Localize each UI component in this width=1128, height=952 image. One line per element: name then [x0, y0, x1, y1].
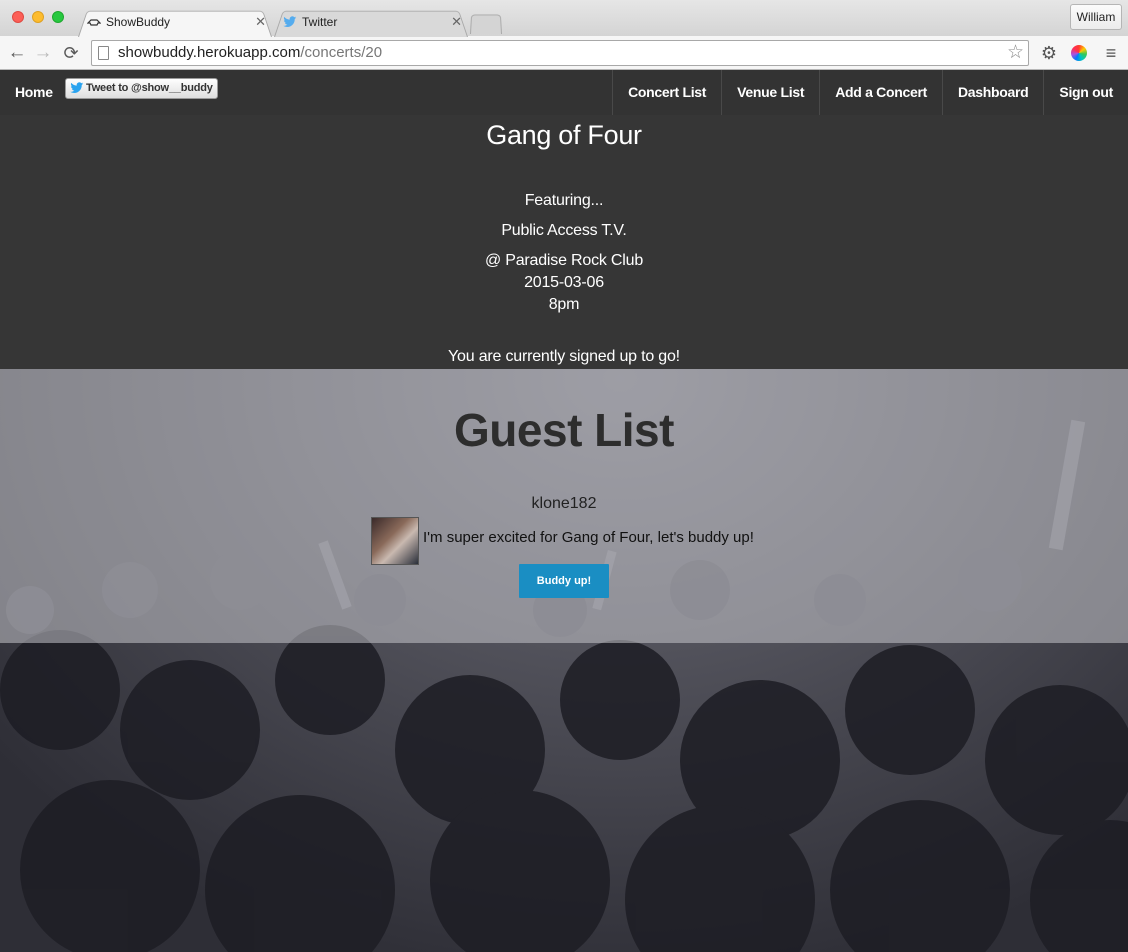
back-arrow-icon[interactable]: ←: [6, 42, 28, 64]
reload-icon[interactable]: ⟳: [60, 42, 82, 64]
nav-venue-list-link[interactable]: Venue List: [721, 70, 819, 115]
url-host: showbuddy.herokuapp.com: [118, 44, 301, 61]
gear-icon[interactable]: ⚙: [1038, 42, 1060, 64]
guest-avatar[interactable]: [371, 517, 419, 565]
site-navbar: Home Tweet to @show__buddy Concert List …: [0, 70, 1128, 115]
zoom-window-button[interactable]: [52, 11, 64, 23]
tab-label: ShowBuddy: [106, 15, 171, 29]
concert-title: Gang of Four: [486, 120, 642, 150]
bookmark-star-icon[interactable]: ☆: [1007, 42, 1024, 64]
url-path: /concerts/20: [300, 44, 383, 61]
concert-date: 2015-03-06: [524, 274, 604, 291]
tweet-button[interactable]: Tweet to @show__buddy: [65, 78, 218, 99]
minimize-window-button[interactable]: [32, 11, 44, 23]
buddy-up-button[interactable]: Buddy up!: [519, 564, 609, 598]
profile-button[interactable]: William: [1070, 4, 1122, 30]
forward-arrow-icon[interactable]: →: [32, 42, 54, 64]
tab-twitter[interactable]: Twitter ✕: [274, 8, 468, 36]
color-wheel-icon[interactable]: [1068, 42, 1090, 64]
browser-tab-strip: ShowBuddy ✕ Twitter ✕ William: [0, 0, 1128, 36]
new-tab-button[interactable]: [470, 13, 502, 33]
tab-label: Twitter: [302, 15, 338, 29]
tab-showbuddy[interactable]: ShowBuddy ✕: [78, 8, 272, 36]
guest-message: I'm super excited for Gang of Four, let'…: [423, 529, 754, 546]
venue-name: @ Paradise Rock Club: [484, 252, 644, 269]
guest-list-section: Guest List klone182 I'm super excited fo…: [0, 369, 1128, 643]
tweet-button-label: Tweet to @show__buddy: [86, 82, 213, 94]
nav-dashboard-link[interactable]: Dashboard: [941, 70, 1043, 115]
nav-home-link[interactable]: Home: [15, 70, 53, 115]
concert-time: 8pm: [548, 296, 580, 313]
page-viewport: Home Tweet to @show__buddy Concert List …: [0, 70, 1128, 952]
featuring-label: Featuring...: [524, 192, 604, 209]
browser-toolbar: ← → ⟳ showbuddy.herokuapp.com/concerts/2…: [0, 36, 1128, 70]
guest-username[interactable]: klone182: [0, 495, 1128, 513]
nav-sign-out-link[interactable]: Sign out: [1043, 70, 1128, 115]
signup-status: You are currently signed up to go!: [448, 348, 680, 365]
close-tab-icon[interactable]: ✕: [451, 8, 462, 36]
guest-list-heading: Guest List: [454, 404, 674, 456]
url-text: showbuddy.herokuapp.com/concerts/20: [118, 41, 382, 65]
twitter-bird-icon: [70, 82, 84, 93]
address-bar[interactable]: showbuddy.herokuapp.com/concerts/20 ☆: [91, 40, 1029, 66]
opener-name: Public Access T.V.: [501, 222, 627, 239]
showbuddy-favicon-icon: [87, 19, 101, 26]
close-window-button[interactable]: [12, 11, 24, 23]
nav-add-concert-link[interactable]: Add a Concert: [819, 70, 942, 115]
concert-details: Gang of Four Featuring... Public Access …: [0, 115, 1128, 369]
nav-concert-list-link[interactable]: Concert List: [612, 70, 721, 115]
twitter-favicon-icon: [283, 16, 297, 27]
nav-links: Concert List Venue List Add a Concert Da…: [612, 70, 1128, 115]
page-icon: [98, 46, 109, 60]
close-tab-icon[interactable]: ✕: [255, 8, 266, 36]
hamburger-menu-icon[interactable]: ≡: [1100, 42, 1122, 64]
